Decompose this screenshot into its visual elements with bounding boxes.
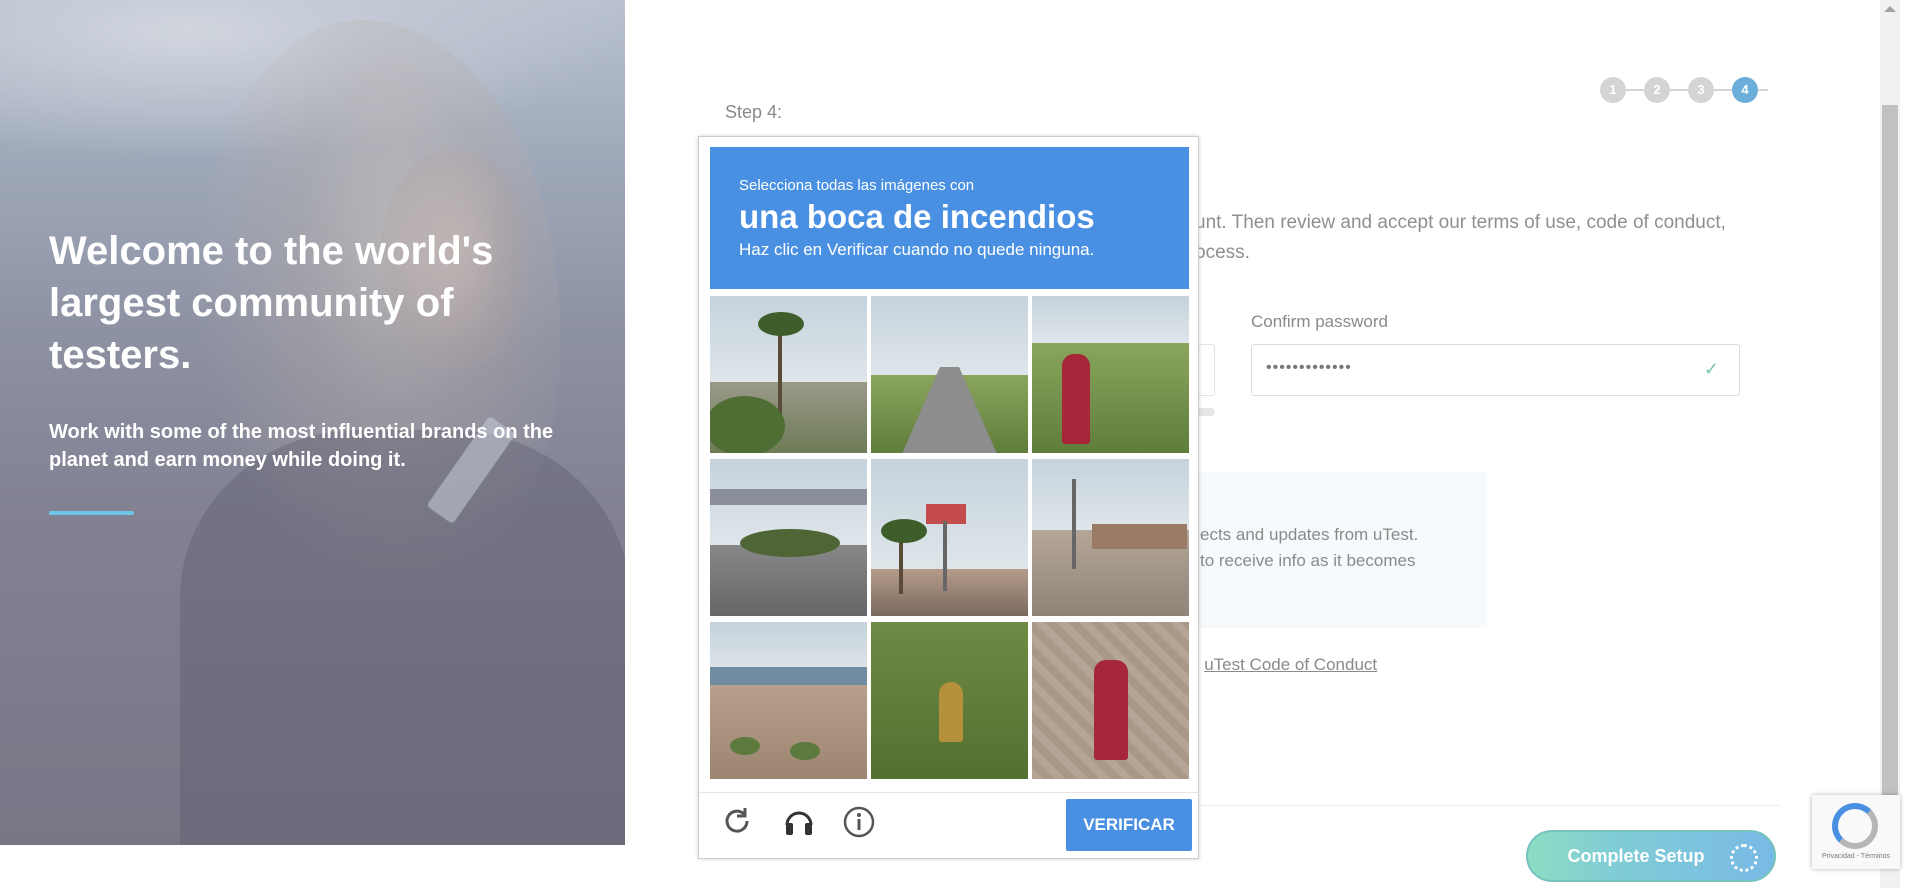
captcha-tile-street-corner[interactable]	[1032, 459, 1189, 616]
recaptcha-logo-icon	[1832, 803, 1878, 849]
captcha-hint: Haz clic en Verificar cuando no quede ni…	[739, 240, 1095, 259]
reload-icon[interactable]	[717, 805, 757, 845]
intro-text: unt. Then review and accept our terms of…	[1195, 208, 1755, 268]
captcha-tile-fire-hydrant-pavement[interactable]	[1032, 622, 1189, 779]
verify-button[interactable]: VERIFICAR	[1066, 799, 1192, 851]
loading-spinner-icon	[1730, 844, 1758, 872]
code-of-conduct-row: e uTest Code of Conduct	[1190, 655, 1377, 675]
captcha-instruction-small: Selecciona todas las imágenes con	[739, 177, 975, 194]
step-4-active: 4	[1732, 77, 1758, 103]
captcha-instructions: Selecciona todas las imágenes con una bo…	[710, 147, 1189, 289]
step-label: Step 4:	[725, 102, 783, 122]
confirm-password-field[interactable]: ••••••••••••• ✓	[1251, 344, 1740, 396]
captcha-footer-divider	[699, 792, 1200, 793]
captcha-tile-palm-sign[interactable]	[871, 459, 1028, 616]
captcha-tile-fire-hydrant[interactable]	[1032, 296, 1189, 453]
recaptcha-badge[interactable]: Privacidad - Términos	[1812, 795, 1900, 869]
captcha-tile-fire-hydrant-field[interactable]	[871, 622, 1028, 779]
step-2: 2	[1644, 77, 1670, 103]
intro-line-1: unt. Then review and accept our terms of…	[1195, 212, 1726, 233]
step-3: 3	[1688, 77, 1714, 103]
confirm-password-label: Confirm password	[1251, 312, 1388, 331]
hero-subtext: Work with some of the most influential b…	[49, 421, 554, 471]
captcha-target: una boca de incendios	[739, 198, 1095, 235]
recaptcha-terms: Privacidad - Términos	[1822, 853, 1890, 860]
complete-setup-button[interactable]: Complete Setup	[1526, 830, 1776, 882]
captcha-popup: Selecciona todas las imágenes con una bo…	[698, 136, 1200, 859]
captcha-tile-highway[interactable]	[871, 296, 1028, 453]
captcha-tile-bridge-shrubs[interactable]	[710, 622, 867, 779]
info-icon[interactable]	[839, 805, 879, 845]
newsletter-line-2: to receive info as it becomes	[1200, 551, 1416, 570]
scrollbar-thumb[interactable]	[1882, 105, 1898, 795]
hero-heading: Welcome to the world's largest community…	[49, 229, 494, 377]
headphones-icon[interactable]	[779, 805, 819, 845]
newsletter-line-1: ects and updates from uTest.	[1200, 525, 1419, 544]
step-1: 1	[1600, 77, 1626, 103]
hero-accent-line	[49, 511, 134, 515]
intro-line-2: ocess.	[1195, 242, 1250, 263]
captcha-tile-overpass[interactable]	[710, 459, 867, 616]
scroll-up-arrow-icon[interactable]	[1884, 6, 1896, 12]
form-divider	[1190, 805, 1780, 806]
captcha-tile-grid	[710, 296, 1189, 780]
code-of-conduct-link[interactable]: uTest Code of Conduct	[1204, 655, 1377, 674]
captcha-tile-palm-tree[interactable]	[710, 296, 867, 453]
newsletter-text: ects and updates from uTest. to receive …	[1200, 522, 1480, 574]
complete-setup-label: Complete Setup	[1567, 845, 1705, 866]
confirm-password-value: •••••••••••••	[1266, 359, 1352, 376]
check-icon: ✓	[1703, 359, 1719, 379]
hero-panel: Welcome to the world's largest community…	[0, 0, 625, 845]
